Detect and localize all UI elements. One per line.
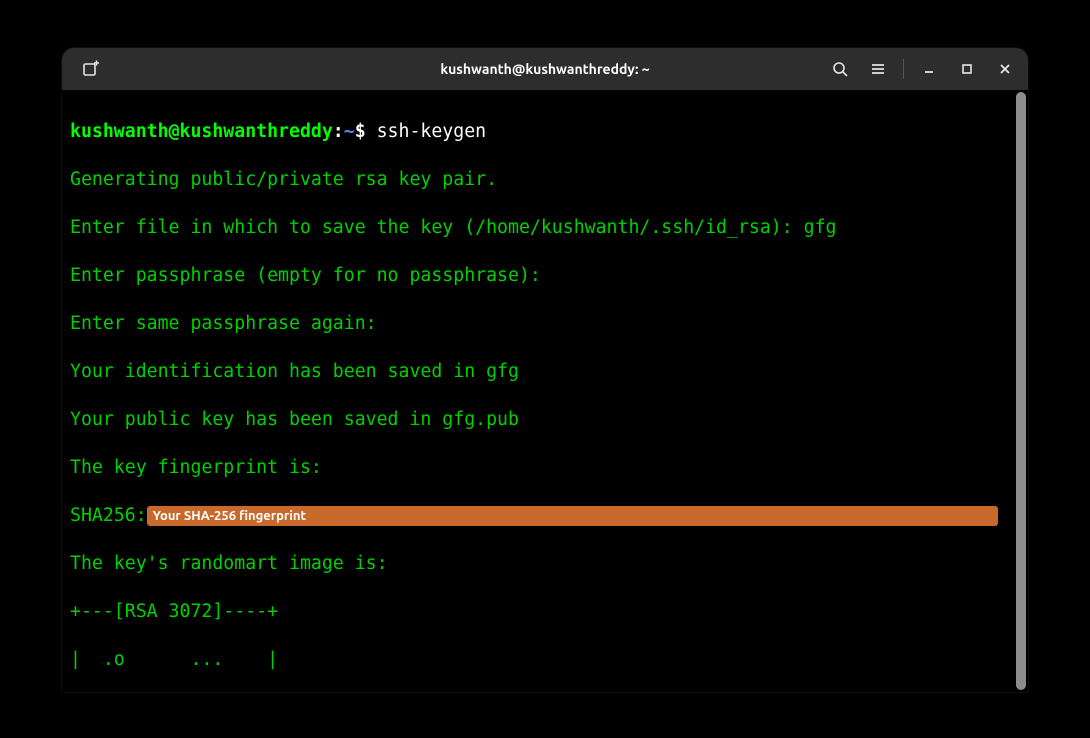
close-button[interactable] [988, 52, 1022, 86]
minimize-button[interactable] [912, 52, 946, 86]
sha-fingerprint-row: SHA256:Your SHA-256 fingerprint [70, 504, 1006, 528]
output-line: The key fingerprint is: [70, 456, 1006, 480]
prompt-symbol: $ [355, 121, 366, 142]
randomart-line: | .o ... | [70, 648, 1006, 672]
command-text: ssh-keygen [377, 121, 487, 142]
sha-prefix: SHA256: [70, 504, 147, 528]
hamburger-menu-icon[interactable] [861, 52, 895, 86]
prompt-path: ~ [344, 121, 355, 142]
new-tab-button[interactable] [74, 52, 108, 86]
randomart-line: +---[RSA 3072]----+ [70, 600, 1006, 624]
maximize-button[interactable] [950, 52, 984, 86]
prompt-user-host: kushwanth@kushwanthreddy [70, 121, 333, 142]
scrollbar-track[interactable] [1014, 90, 1028, 692]
output-line: Enter same passphrase again: [70, 312, 1006, 336]
output-line: Enter passphrase (empty for no passphras… [70, 264, 1006, 288]
search-icon[interactable] [823, 52, 857, 86]
terminal-window: kushwanth@kushwanthreddy: ~ [62, 48, 1028, 692]
terminal-output: kushwanth@kushwanthreddy:~$ ssh-keygen G… [62, 90, 1014, 692]
terminal-body[interactable]: kushwanth@kushwanthreddy:~$ ssh-keygen G… [62, 90, 1028, 692]
redaction-label: Your SHA-256 fingerprint [153, 504, 306, 528]
output-line: Your public key has been saved in gfg.pu… [70, 408, 1006, 432]
output-line: Enter file in which to save the key (/ho… [70, 216, 1006, 240]
titlebar: kushwanth@kushwanthreddy: ~ [62, 48, 1028, 90]
titlebar-separator [903, 59, 904, 79]
scrollbar-thumb[interactable] [1016, 92, 1026, 690]
output-line: The key's randomart image is: [70, 552, 1006, 576]
redaction-overlay: Your SHA-256 fingerprint [147, 506, 998, 526]
output-line: Your identification has been saved in gf… [70, 360, 1006, 384]
output-line: Generating public/private rsa key pair. [70, 168, 1006, 192]
